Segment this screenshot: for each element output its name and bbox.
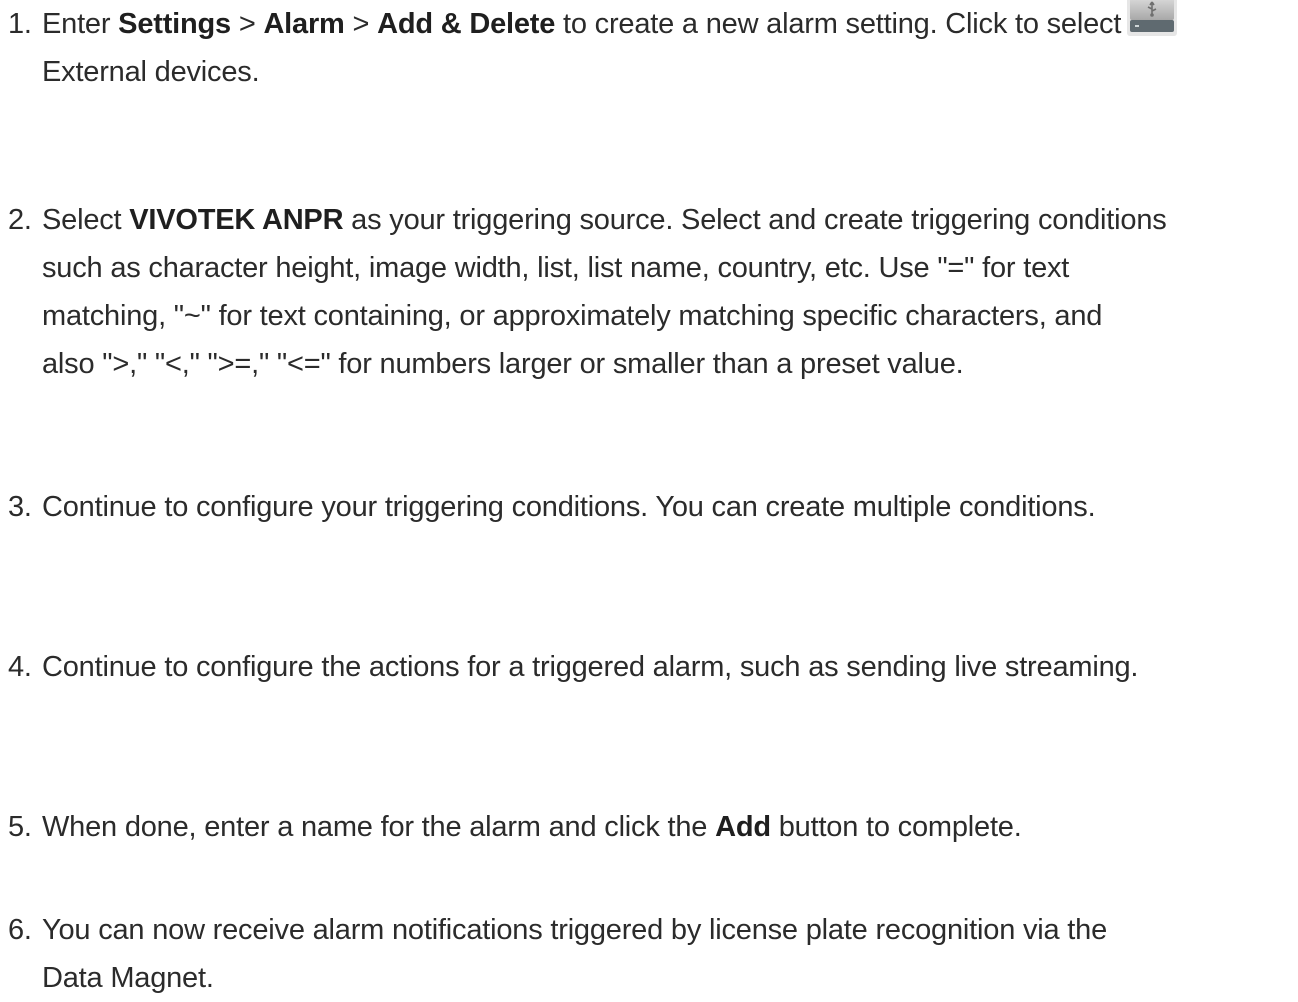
step-3-line-1: 3. Continue to configure your triggering … xyxy=(8,483,1288,531)
step-text: > xyxy=(230,8,264,40)
step-text: You can now receive alarm notifications … xyxy=(42,914,1108,946)
step-number: 4. xyxy=(8,651,32,683)
add-button-label: Add xyxy=(715,811,771,843)
step-1: 1. Enter Settings > Alarm > Add & Delete … xyxy=(8,0,1288,96)
step-6-line-2: Data Magnet. xyxy=(42,962,214,994)
step-2-line-1: 2. Select VIVOTEK ANPR as your triggering… xyxy=(8,196,1288,244)
step-number: 6. xyxy=(8,914,32,946)
step-text: as your triggering source. Select and cr… xyxy=(343,204,1167,236)
step-2-line-4: also ">," "<," ">=," "<=" for numbers la… xyxy=(42,348,964,380)
step-number: 2. xyxy=(8,204,32,236)
step-text: to create a new alarm setting. Click to … xyxy=(555,8,1122,40)
step-2: 2. Select VIVOTEK ANPR as your triggering… xyxy=(8,196,1288,388)
step-text: Select xyxy=(42,204,130,236)
menu-alarm: Alarm xyxy=(263,8,345,40)
step-5: 5. When done, enter a name for the alarm … xyxy=(8,803,1288,851)
step-number: 5. xyxy=(8,811,32,843)
step-text: button to complete. xyxy=(770,811,1022,843)
step-number: 1. xyxy=(8,8,32,40)
step-text: Continue to configure your triggering co… xyxy=(42,491,1096,523)
step-3: 3. Continue to configure your triggering … xyxy=(8,483,1288,531)
step-5-line-1: 5. When done, enter a name for the alarm … xyxy=(8,803,1288,851)
step-text: Enter xyxy=(42,8,119,40)
step-text: Continue to configure the actions for a … xyxy=(42,651,1139,683)
step-2-line-2: such as character height, image width, l… xyxy=(42,252,1070,284)
step-text: When done, enter a name for the alarm an… xyxy=(42,811,716,843)
source-vivotek-anpr: VIVOTEK ANPR xyxy=(129,204,344,236)
step-1-line-2: External devices. xyxy=(42,56,260,88)
step-text: > xyxy=(344,8,378,40)
step-6: 6. You can now receive alarm notification… xyxy=(8,906,1288,1002)
menu-settings: Settings xyxy=(118,8,231,40)
step-6-line-1: 6. You can now receive alarm notification… xyxy=(8,906,1288,954)
usb-drive-icon xyxy=(1127,0,1178,37)
step-4: 4. Continue to configure the actions for … xyxy=(8,643,1288,691)
step-1-line-1: 1. Enter Settings > Alarm > Add & Delete … xyxy=(8,0,1288,48)
menu-add-delete: Add & Delete xyxy=(377,8,556,40)
step-number: 3. xyxy=(8,491,32,523)
step-4-line-1: 4. Continue to configure the actions for … xyxy=(8,643,1288,691)
step-2-line-3: matching, "~" for text containing, or ap… xyxy=(42,300,1103,332)
